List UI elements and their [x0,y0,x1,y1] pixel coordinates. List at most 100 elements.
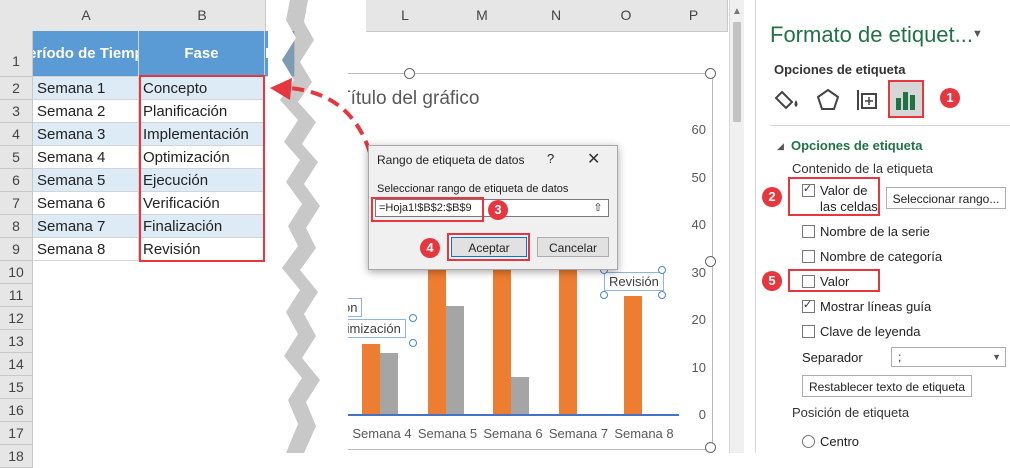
vertical-scrollbar[interactable]: ▲ [729,0,744,453]
label-position-heading: Posición de etiqueta [792,405,910,420]
chevron-down-icon[interactable]: ▼ [972,28,983,40]
help-icon[interactable]: ? [547,151,554,166]
label-selection-dot [658,291,666,299]
column-header-m[interactable]: M [444,0,521,32]
data-label-optimizacion[interactable]: timización [339,319,406,338]
bar-series-1[interactable] [493,268,511,415]
row-header[interactable]: 17 [0,422,33,445]
collapse-triangle-icon[interactable]: ◢ [777,141,784,152]
header-periodo[interactable]: Período de Tiempo [33,31,139,77]
bar-series-2[interactable] [445,305,464,415]
table-cell[interactable]: Semana 3 [33,123,139,146]
row-header[interactable]: 14 [0,353,33,376]
cancel-button[interactable]: Cancelar [537,237,609,257]
row-header[interactable]: 12 [0,307,33,330]
row-header[interactable]: 3 [0,100,33,123]
close-icon[interactable]: ✕ [587,149,600,169]
table-cell[interactable]: Semana 4 [33,146,139,169]
corner-header[interactable] [0,0,34,32]
bar-series-1[interactable] [427,268,446,415]
section-label-options[interactable]: Opciones de etiqueta [791,138,922,153]
row-header[interactable]: 7 [0,192,33,215]
value-checkbox-highlight [788,269,880,292]
pane-subtitle[interactable]: Opciones de etiqueta [774,62,905,77]
x-axis-line [339,414,679,416]
row-header[interactable]: 9 [0,238,33,261]
resize-handle[interactable] [705,256,716,267]
bar-chart-icon[interactable] [892,86,920,114]
row-header[interactable]: 1 [0,31,33,77]
row-header[interactable]: 15 [0,376,33,399]
range-input-highlight [371,197,484,222]
collapse-dialog-icon[interactable]: ⇧ [589,200,607,216]
scroll-thumb[interactable] [733,22,741,122]
table-cell[interactable]: Semana 1 [33,77,139,100]
resize-handle[interactable] [705,68,716,79]
scroll-up-icon[interactable]: ▲ [730,6,744,17]
resize-handle[interactable] [404,68,415,79]
radio-button[interactable] [802,435,815,448]
step-badge-2: 2 [762,187,782,207]
bar-series-2[interactable] [511,377,529,415]
reset-label-text-button[interactable]: Restablecer texto de etiqueta [802,375,972,397]
accept-button-highlight [447,233,530,261]
row-header[interactable]: 4 [0,123,33,146]
fill-line-icon[interactable] [774,86,802,114]
step-badge-1: 1 [940,88,960,108]
step-badge-5: 5 [762,271,782,291]
step-badge-4: 4 [420,238,440,258]
format-label-pane: Formato de etiquet... ▼ Opciones de etiq… [755,0,1010,453]
table-cell[interactable]: Semana 6 [33,192,139,215]
table-cell[interactable]: Semana 7 [33,215,139,238]
y-tick-label: 50 [691,169,706,185]
row-header[interactable]: 8 [0,215,33,238]
separator-value: ; [898,350,902,364]
checkbox-label: Nombre de categoría [820,249,943,264]
label-contains-heading: Contenido de la etiqueta [792,161,933,176]
table-cell[interactable]: Semana 2 [33,100,139,123]
label-selection-dot [409,314,417,322]
row-header[interactable]: 2 [0,77,33,100]
column-header-p[interactable]: P [660,0,728,32]
column-header-o[interactable]: O [592,0,661,32]
table-cell[interactable]: Semana 5 [33,169,139,192]
bar-series-1[interactable] [624,296,642,415]
row-header[interactable]: 13 [0,330,33,353]
column-header-n[interactable]: N [520,0,593,32]
row-header[interactable]: 11 [0,284,33,307]
y-tick-label: 20 [691,312,706,327]
column-header-b[interactable]: B [139,0,266,32]
row-header[interactable]: 5 [0,146,33,169]
bar-series-1[interactable] [362,343,380,415]
x-tick-label: Semana 6 [483,426,543,441]
row-header[interactable]: 6 [0,169,33,192]
fase-range-highlight [139,75,265,262]
data-label-revision[interactable]: Revisión [604,272,664,291]
step-badge-3: 3 [488,200,508,220]
bar-series-2[interactable] [380,353,398,415]
column-header-l[interactable]: L [366,0,445,32]
checkbox[interactable] [802,225,815,238]
checkbox-checked[interactable] [802,298,815,313]
row-header[interactable]: 10 [0,261,33,284]
table-cell[interactable]: Semana 8 [33,238,139,261]
label-selection-dot [658,266,666,274]
range-field-label: Seleccionar rango de etiqueta de datos [377,183,569,195]
header-fase[interactable]: Fase [139,31,265,77]
effects-pentagon-icon[interactable] [814,86,842,114]
size-properties-icon[interactable] [854,86,882,114]
bar-series-1[interactable] [558,268,577,415]
y-tick-label: 40 [691,217,706,232]
checkbox[interactable] [802,250,815,263]
chevron-down-icon[interactable]: ▼ [992,348,1001,366]
resize-handle[interactable] [705,442,716,453]
select-range-button[interactable]: Seleccionar rango... [886,187,1006,209]
dialog-title: Rango de etiqueta de datos [377,153,525,167]
x-tick-label: Semana 4 [352,426,412,441]
checkbox[interactable] [802,325,815,338]
separator-select[interactable]: ; ▼ [891,347,1006,367]
row-header[interactable]: 18 [0,445,33,468]
x-tick-label: Semana 5 [417,426,478,441]
column-header-a[interactable]: A [33,0,140,32]
row-header[interactable]: 16 [0,399,33,422]
